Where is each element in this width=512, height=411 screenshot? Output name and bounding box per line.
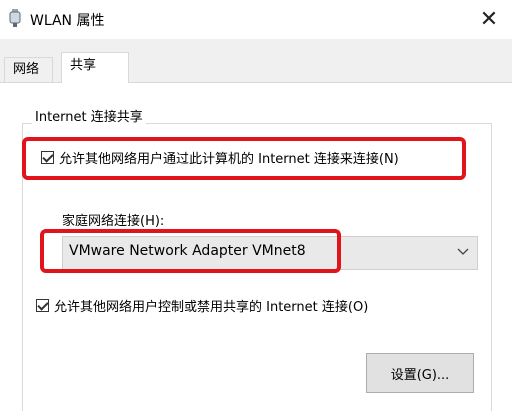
allow-connect-label[interactable]: 允许其他网络用户通过此计算机的 Internet 连接来连接(N) — [59, 148, 399, 167]
close-icon: ✕ — [479, 7, 499, 32]
group-legend: Internet 连接共享 — [32, 106, 146, 125]
allow-control-checkbox[interactable] — [36, 299, 49, 312]
tab-network[interactable]: 网络 — [4, 57, 53, 82]
tab-sharing[interactable]: 共享 — [61, 52, 129, 83]
window-title: WLAN 属性 — [30, 13, 105, 29]
annotation-highlight-select — [40, 229, 341, 273]
allow-connect-checkbox[interactable] — [41, 151, 54, 164]
title-bar: WLAN 属性 ✕ — [0, 0, 512, 39]
close-button[interactable]: ✕ — [466, 0, 512, 39]
settings-button[interactable]: 设置(G)... — [366, 353, 474, 393]
allow-control-label[interactable]: 允许其他网络用户控制或禁用共享的 Internet 连接(O) — [54, 296, 368, 315]
home-network-label: 家庭网络连接(H): — [62, 214, 165, 229]
wifi-adapter-icon — [9, 9, 21, 27]
chevron-down-icon — [457, 248, 469, 255]
